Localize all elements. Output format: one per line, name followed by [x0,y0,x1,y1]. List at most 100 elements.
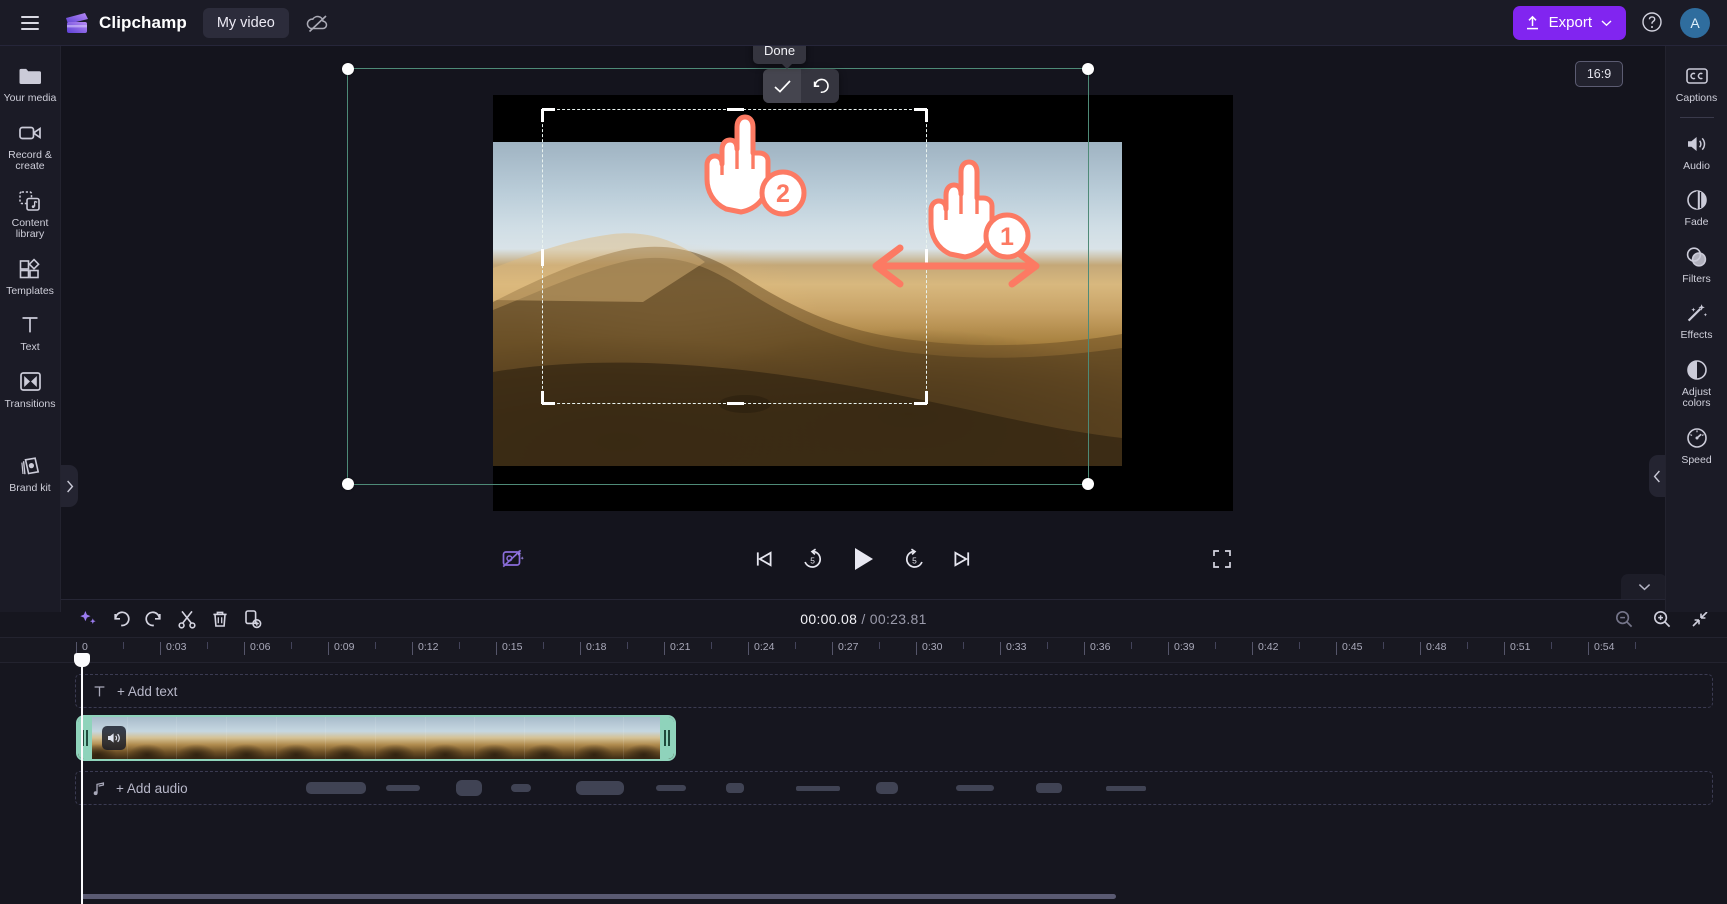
timeline-ruler[interactable]: 0 0:03 0:06 0:09 0:12 0:15 0:18 0:21 0:24 0:27 0:3… [0,637,1727,663]
ruler-tick-mark [1168,642,1169,655]
content-library-icon [17,188,43,214]
resize-handle-top-left[interactable] [342,63,354,75]
clip-thumbnail [376,717,426,759]
add-text-track[interactable]: + Add text [75,674,1713,708]
ruler-tick: 0:15 [496,641,522,655]
ruler-minor-tick [375,642,376,649]
expand-panel-button[interactable] [61,465,78,507]
project-name-field[interactable]: My video [202,7,289,38]
sidebar-item-content-library[interactable]: Content library [0,181,61,249]
current-time: 00:00.08 [800,610,858,627]
sidebar-item-captions[interactable]: Captions [1666,56,1727,113]
clip-thumbnail [425,717,476,759]
clip-thumbnails [78,717,674,759]
hamburger-menu-icon[interactable] [10,3,50,43]
ruler-minor-tick [795,642,796,649]
sidebar-item-adjust-colors[interactable]: Adjust colors [1666,350,1727,418]
chevron-down-icon [1638,583,1651,591]
timeline-toolbar: 00:00.08 / 00:23.81 [0,600,1727,637]
time-separator: / [861,610,866,627]
collapse-panel-button[interactable] [1649,455,1665,497]
sidebar-item-label: Text [20,341,40,353]
sidebar-item-brand-kit[interactable]: Brand kit [0,446,61,503]
sidebar-item-transitions[interactable]: Transitions [0,362,61,419]
ruler-tick-mark [664,642,665,655]
music-note-icon [92,781,106,796]
ruler-tick: 0:18 [580,641,607,655]
timeline-playhead[interactable] [74,653,90,904]
sidebar-item-fade[interactable]: Fade [1666,180,1727,237]
video-clip[interactable] [76,715,676,761]
clip-audio-icon[interactable] [102,726,126,750]
forward-5-seconds-icon[interactable]: 5 [901,546,927,572]
sparkle-ai-icon[interactable] [72,603,103,634]
audio-waveform [306,780,1146,796]
zoom-out-button[interactable] [1614,609,1634,629]
ruler-tick-mark [328,642,329,655]
sidebar-item-text[interactable]: Text [0,305,61,362]
crop-reset-button[interactable] [801,69,839,103]
crop-handle-bottom-left[interactable] [541,391,544,404]
playhead-knob[interactable] [74,653,90,667]
ruler-minor-tick [1551,642,1552,649]
aspect-ratio-badge[interactable]: 16:9 [1575,61,1623,87]
sidebar-item-label: Speed [1681,453,1712,466]
redo-button[interactable] [138,603,169,634]
avatar[interactable]: A [1680,7,1710,38]
filters-overlap-circles-icon [1684,244,1710,270]
question-circle-icon[interactable] [1640,10,1666,36]
duplicate-button[interactable] [237,603,268,634]
menu-line [21,27,39,30]
skip-to-start-icon[interactable] [751,546,777,572]
skip-to-end-icon[interactable] [949,546,975,572]
clip-thumbnail [127,717,178,759]
ruler-tick-label: 0:24 [754,641,775,653]
ruler-tick-label: 0:18 [586,641,607,653]
sidebar-item-your-media[interactable]: Your media [0,56,61,113]
fullscreen-icon[interactable] [1211,548,1233,570]
timeline-horizontal-scrollbar[interactable] [81,894,1116,899]
sidebar-item-filters[interactable]: Filters [1666,237,1727,294]
auto-compose-off-icon[interactable] [501,547,525,571]
crop-handle-bottom-right[interactable] [925,391,928,404]
undo-button[interactable] [105,603,136,634]
delete-button[interactable] [204,603,235,634]
crop-handle-top-left[interactable] [541,109,544,122]
export-button[interactable]: Export [1512,5,1626,40]
resize-handle-bottom-left[interactable] [342,478,354,490]
ruler-tick-label: 0:21 [670,641,691,653]
sidebar-item-audio[interactable]: Audio [1666,124,1727,181]
svg-text:1: 1 [1000,223,1014,251]
sidebar-item-speed[interactable]: Speed [1666,418,1727,475]
play-button[interactable] [847,543,879,575]
sidebar-item-effects[interactable]: Effects [1666,293,1727,350]
closed-captions-icon [1684,63,1710,89]
ruler-minor-tick [1383,642,1384,649]
split-button[interactable] [171,603,202,634]
text-t-icon [92,684,107,699]
resize-handle-top-right[interactable] [1082,63,1094,75]
cloud-off-icon[interactable] [305,10,331,36]
rewind-5-seconds-icon[interactable]: 5 [799,546,825,572]
ruler-tick-label: 0:39 [1174,641,1195,653]
sidebar-item-templates[interactable]: Templates [0,249,61,306]
text-t-icon [17,312,43,338]
sidebar-item-record-create[interactable]: Record & create [0,113,61,181]
resize-handle-bottom-right[interactable] [1082,478,1094,490]
crop-handle-left[interactable] [541,248,544,266]
done-tooltip: Done [753,46,807,69]
crop-confirm-button[interactable] [763,69,801,103]
clip-trim-handle-right[interactable] [660,717,674,759]
ruler-minor-tick [1215,642,1216,649]
ruler-tick-mark [1084,642,1085,655]
ruler-tick: 0:51 [1504,641,1530,655]
magic-wand-icon [1684,300,1710,326]
ruler-tick-label: 0:48 [1426,641,1447,653]
sidebar-item-label: Brand kit [9,482,51,494]
ruler-minor-tick [207,642,208,649]
crop-handle-top-right[interactable] [925,109,928,122]
add-text-label: + Add text [117,683,178,699]
crop-handle-bottom[interactable] [726,402,744,405]
add-audio-track[interactable]: + Add audio [75,771,1713,805]
ruler-tick: 0:45 [1336,641,1362,655]
